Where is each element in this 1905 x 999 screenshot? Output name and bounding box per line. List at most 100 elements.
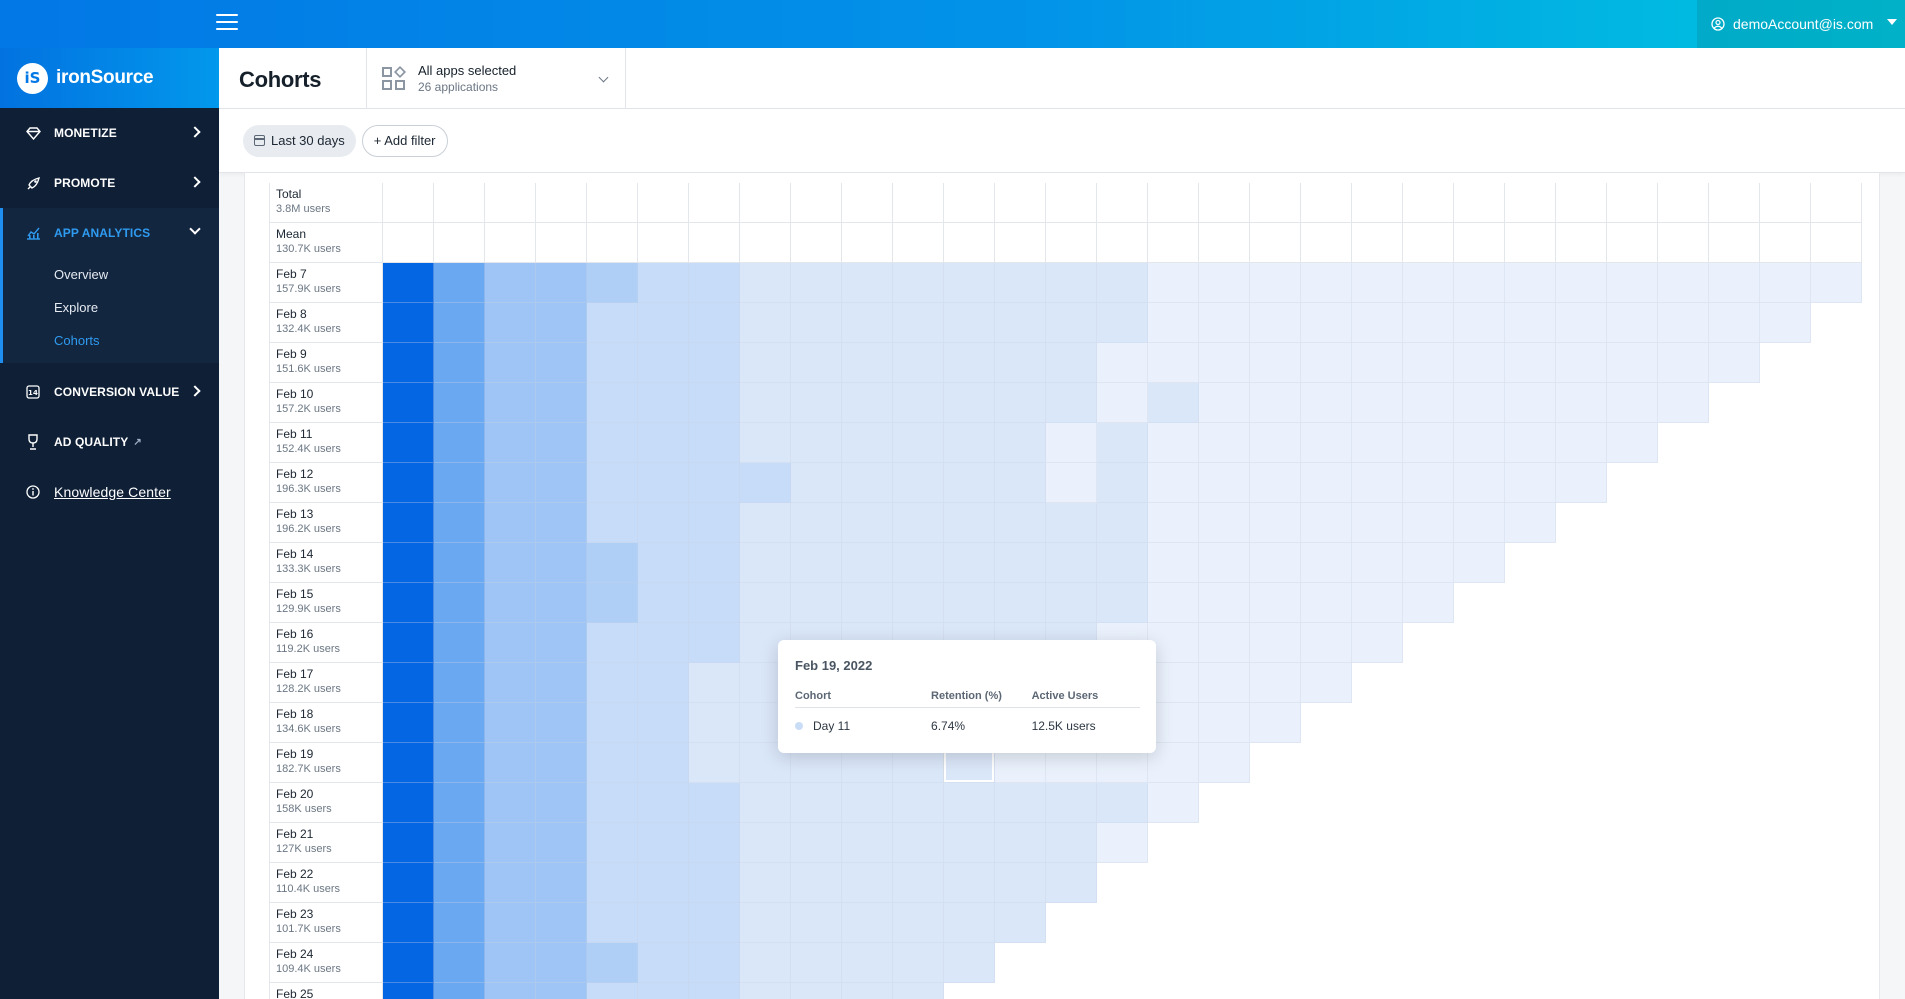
retention-cell[interactable] [638, 783, 689, 823]
retention-cell[interactable] [587, 303, 638, 343]
retention-cell[interactable] [1046, 463, 1097, 503]
retention-cell[interactable] [1352, 263, 1403, 303]
summary-cell[interactable] [1097, 223, 1148, 263]
retention-cell[interactable] [383, 783, 434, 823]
retention-cell[interactable] [740, 263, 791, 303]
retention-cell[interactable] [689, 263, 740, 303]
retention-cell[interactable] [1199, 743, 1250, 783]
retention-cell[interactable] [1301, 303, 1352, 343]
retention-cell[interactable] [1199, 503, 1250, 543]
summary-cell[interactable] [1760, 223, 1811, 263]
retention-cell[interactable] [485, 863, 536, 903]
retention-cell[interactable] [1301, 503, 1352, 543]
retention-cell[interactable] [638, 823, 689, 863]
retention-cell[interactable] [1811, 263, 1862, 303]
retention-cell[interactable] [1097, 463, 1148, 503]
retention-cell[interactable] [1199, 303, 1250, 343]
retention-cell[interactable] [383, 543, 434, 583]
retention-cell[interactable] [1352, 383, 1403, 423]
retention-cell[interactable] [1199, 263, 1250, 303]
retention-cell[interactable] [1250, 663, 1301, 703]
retention-cell[interactable] [944, 343, 995, 383]
menu-toggle-icon[interactable] [216, 14, 238, 32]
summary-cell[interactable] [1199, 183, 1250, 223]
retention-cell[interactable] [638, 983, 689, 999]
retention-cell[interactable] [485, 583, 536, 623]
retention-cell[interactable] [1097, 783, 1148, 823]
sidebar-subitem-overview[interactable]: Overview [3, 258, 219, 291]
summary-cell[interactable] [944, 223, 995, 263]
retention-cell[interactable] [1760, 303, 1811, 343]
retention-cell[interactable] [740, 503, 791, 543]
retention-cell[interactable] [485, 663, 536, 703]
retention-cell[interactable] [995, 263, 1046, 303]
retention-cell[interactable] [536, 423, 587, 463]
summary-cell[interactable] [1607, 183, 1658, 223]
summary-cell[interactable] [893, 223, 944, 263]
retention-cell[interactable] [1250, 543, 1301, 583]
retention-cell[interactable] [689, 303, 740, 343]
retention-cell[interactable] [842, 383, 893, 423]
retention-cell[interactable] [1505, 503, 1556, 543]
retention-cell[interactable] [893, 903, 944, 943]
summary-cell[interactable] [536, 183, 587, 223]
retention-cell[interactable] [1454, 303, 1505, 343]
sidebar-item-monetize[interactable]: MONETIZE [0, 108, 219, 158]
retention-cell[interactable] [1046, 863, 1097, 903]
summary-cell[interactable] [1709, 223, 1760, 263]
retention-cell[interactable] [1097, 423, 1148, 463]
retention-cell[interactable] [383, 463, 434, 503]
summary-cell[interactable] [1658, 183, 1709, 223]
retention-cell[interactable] [944, 943, 995, 983]
retention-cell[interactable] [791, 543, 842, 583]
retention-cell[interactable] [1046, 543, 1097, 583]
retention-cell[interactable] [1709, 343, 1760, 383]
summary-cell[interactable] [791, 223, 842, 263]
account-menu[interactable]: demoAccount@is.com [1697, 0, 1905, 48]
retention-cell[interactable] [383, 263, 434, 303]
summary-cell[interactable] [1811, 183, 1862, 223]
retention-cell[interactable] [638, 863, 689, 903]
retention-cell[interactable] [1046, 823, 1097, 863]
retention-cell[interactable] [1097, 303, 1148, 343]
retention-cell[interactable] [536, 703, 587, 743]
retention-cell[interactable] [791, 383, 842, 423]
retention-cell[interactable] [1403, 503, 1454, 543]
retention-cell[interactable] [1403, 263, 1454, 303]
retention-cell[interactable] [1403, 583, 1454, 623]
retention-cell[interactable] [842, 463, 893, 503]
retention-cell[interactable] [1352, 623, 1403, 663]
retention-cell[interactable] [1199, 423, 1250, 463]
retention-cell[interactable] [1607, 423, 1658, 463]
retention-cell[interactable] [842, 303, 893, 343]
retention-cell[interactable] [1199, 663, 1250, 703]
retention-cell[interactable] [485, 983, 536, 999]
retention-cell[interactable] [536, 263, 587, 303]
retention-cell[interactable] [1148, 263, 1199, 303]
retention-cell[interactable] [638, 263, 689, 303]
summary-cell[interactable] [383, 183, 434, 223]
retention-cell[interactable] [842, 583, 893, 623]
retention-cell[interactable] [1403, 543, 1454, 583]
retention-cell[interactable] [842, 423, 893, 463]
retention-cell[interactable] [1199, 343, 1250, 383]
retention-cell[interactable] [893, 943, 944, 983]
retention-cell[interactable] [1301, 583, 1352, 623]
retention-cell[interactable] [587, 583, 638, 623]
retention-cell[interactable] [587, 823, 638, 863]
retention-cell[interactable] [1046, 503, 1097, 543]
retention-cell[interactable] [944, 823, 995, 863]
retention-cell[interactable] [842, 263, 893, 303]
retention-cell[interactable] [1148, 423, 1199, 463]
summary-cell[interactable] [740, 183, 791, 223]
summary-cell[interactable] [383, 223, 434, 263]
retention-cell[interactable] [383, 983, 434, 999]
retention-cell[interactable] [893, 583, 944, 623]
retention-cell[interactable] [1097, 263, 1148, 303]
retention-cell[interactable] [944, 903, 995, 943]
retention-cell[interactable] [995, 423, 1046, 463]
retention-cell[interactable] [689, 383, 740, 423]
retention-cell[interactable] [536, 943, 587, 983]
retention-cell[interactable] [383, 503, 434, 543]
retention-cell[interactable] [383, 823, 434, 863]
